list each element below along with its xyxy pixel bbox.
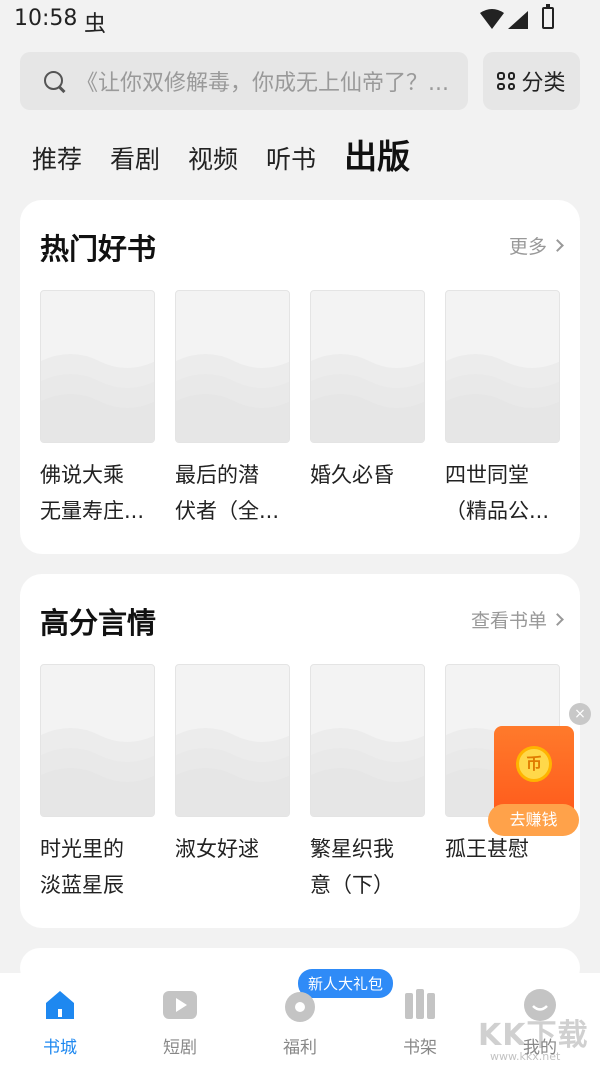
book-cover (175, 290, 290, 443)
nav-label: 书架 (403, 1038, 437, 1058)
chevron-right-icon (551, 613, 564, 626)
status-bar: 10:58 虫 (0, 0, 600, 42)
search-placeholder: 《让你双修解毒，你成无上仙帝了？... (76, 71, 449, 96)
red-envelope-icon: 币 (494, 726, 574, 816)
more-label: 查看书单 (470, 610, 547, 632)
channel-tabs: 推荐 看剧 视频 听书 出版 (32, 130, 410, 178)
book-cover (310, 290, 425, 443)
book-cover (310, 664, 425, 817)
book-item[interactable]: 婚久必昏 (310, 290, 425, 529)
nav-label: 福利 (283, 1038, 317, 1058)
nav-short-drama[interactable]: 短剧 (140, 987, 220, 1058)
home-icon (42, 987, 78, 1023)
book-item[interactable]: 四世同堂 （精品公... (445, 290, 560, 529)
book-item[interactable]: 佛说大乘 无量寿庄... (40, 290, 155, 529)
book-cover (40, 664, 155, 817)
bookshelf-icon (402, 987, 438, 1023)
watermark-logo: KK下载 (478, 1018, 589, 1053)
booklist-link[interactable]: 查看书单 (470, 606, 564, 633)
earn-money-widget[interactable]: 币 去赚钱 (488, 726, 579, 836)
status-time: 10:58 (14, 6, 78, 31)
book-title: 四世同堂 （精品公... (445, 463, 550, 523)
signal-icon (480, 9, 528, 29)
book-item[interactable]: 最后的潜 伏者（全... (175, 290, 290, 529)
grid-icon (497, 72, 516, 90)
nav-bookshelf[interactable]: 书架 (380, 987, 460, 1058)
book-cover (445, 290, 560, 443)
section-title: 热门好书 (40, 232, 157, 266)
book-title: 繁星织我 意（下） (310, 837, 394, 897)
more-label: 更多 (508, 236, 547, 258)
book-title: 佛说大乘 无量寿庄... (40, 463, 145, 523)
book-title: 最后的潜 伏者（全... (175, 463, 280, 523)
wave-pattern (176, 354, 289, 442)
play-icon (162, 987, 198, 1023)
book-cover (40, 290, 155, 443)
gift-icon (282, 987, 318, 1023)
book-title: 淑女好逑 (175, 837, 259, 861)
book-title: 孤王甚慰 (445, 837, 529, 861)
coin-icon: 币 (516, 746, 552, 782)
wave-pattern (446, 354, 559, 442)
category-label: 分类 (521, 71, 566, 96)
wave-pattern (176, 728, 289, 816)
tab-recommend[interactable]: 推荐 (32, 140, 82, 176)
tab-publish[interactable]: 出版 (344, 130, 410, 178)
category-button[interactable]: 分类 (483, 52, 580, 110)
tab-drama[interactable]: 看剧 (110, 140, 160, 176)
watermark-url: www.kkx.net (490, 1050, 561, 1063)
more-link[interactable]: 更多 (508, 232, 564, 259)
wave-pattern (41, 728, 154, 816)
section-title: 高分言情 (40, 606, 157, 640)
tab-audiobook[interactable]: 听书 (266, 140, 316, 176)
book-item[interactable]: 繁星织我 意（下） (310, 664, 425, 903)
wave-pattern (311, 728, 424, 816)
chevron-right-icon (551, 239, 564, 252)
wave-pattern (41, 354, 154, 442)
search-icon (42, 69, 66, 93)
bug-icon: 虫 (84, 12, 107, 37)
nav-label: 书城 (43, 1038, 77, 1058)
section-hot-books: 热门好书 更多 佛说大乘无量寿庄... 最后的潜伏者（全... 婚久必昏 四 (20, 200, 580, 554)
book-item[interactable]: 时光里的 淡蓝星辰 (40, 664, 155, 903)
wave-pattern (311, 354, 424, 442)
book-title: 时光里的 淡蓝星辰 (40, 837, 124, 897)
nav-bookstore[interactable]: 书城 (20, 987, 100, 1058)
book-title: 婚久必昏 (310, 463, 394, 487)
close-icon[interactable]: × (569, 703, 591, 725)
earn-money-label: 去赚钱 (488, 804, 579, 836)
search-input[interactable]: 《让你双修解毒，你成无上仙帝了？... (20, 52, 468, 110)
book-item[interactable]: 淑女好逑 (175, 664, 290, 903)
nav-welfare[interactable]: 福利 (260, 987, 340, 1058)
nav-label: 短剧 (163, 1038, 197, 1058)
book-cover (175, 664, 290, 817)
tab-video[interactable]: 视频 (188, 140, 238, 176)
battery-icon (542, 4, 554, 29)
